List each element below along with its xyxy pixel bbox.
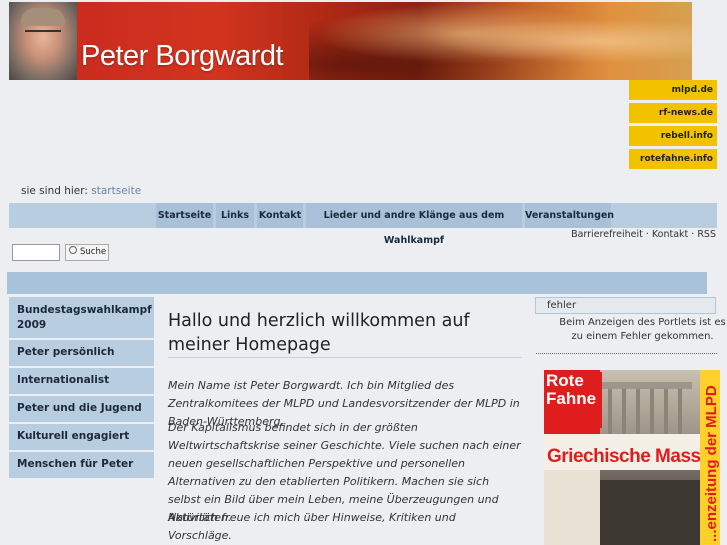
sidebar-item-jugend[interactable]: Peter und die Jugend bbox=[9, 396, 154, 422]
newspaper-side-text: ...enzeitung der MLPD bbox=[703, 385, 720, 542]
breadcrumb-link-startseite[interactable]: startseite bbox=[91, 185, 141, 197]
search-input[interactable] bbox=[12, 244, 60, 261]
search-icon bbox=[69, 246, 77, 254]
nav-tab-kontakt[interactable]: Kontakt bbox=[257, 203, 303, 228]
search-button-label: Suche bbox=[80, 247, 107, 257]
feedback-paragraph: Natürlich freue ich mich über Hinweise, … bbox=[168, 511, 456, 542]
site-actions[interactable]: Barrierefreiheit · Kontakt · RSS bbox=[571, 229, 716, 240]
breadcrumb-prefix: sie sind hier: bbox=[21, 185, 88, 197]
title-divider bbox=[168, 357, 522, 358]
header-banner[interactable]: Peter Borgwardt bbox=[9, 2, 692, 80]
site-title: Peter Borgwardt bbox=[81, 40, 284, 72]
nav-tab-links[interactable]: Links bbox=[216, 203, 254, 228]
external-link-rf-news[interactable]: rf-news.de bbox=[629, 103, 717, 123]
portlet-header: fehler bbox=[535, 297, 716, 314]
rote-fahne-ad[interactable]: Rote Fahne Griechische Massen: ...enzeit… bbox=[544, 370, 720, 545]
sidebar-item-peter-persoenlich[interactable]: Peter persönlich bbox=[9, 340, 154, 366]
nav-tab-lieder[interactable]: Lieder und andre Klänge aus dem Wahlkamp… bbox=[306, 203, 522, 246]
sidebar-item-bundestagswahlkampf[interactable]: Bundestagswahlkampf 2009 bbox=[9, 297, 154, 338]
sidebar-item-kulturell[interactable]: Kulturell engagiert bbox=[9, 424, 154, 450]
external-link-mlpd[interactable]: mlpd.de bbox=[629, 80, 717, 100]
portrait-photo bbox=[9, 2, 77, 80]
external-link-rotefahne[interactable]: rotefahne.info bbox=[629, 149, 717, 169]
banner-crowd-photo bbox=[309, 2, 692, 80]
sidebar-item-internationalist[interactable]: Internationalist bbox=[9, 368, 154, 394]
portlet-divider bbox=[536, 353, 717, 354]
svg-text:...enzeitung der MLPD: ...enzeitung der MLPD bbox=[703, 385, 720, 542]
nav-tab-startseite[interactable]: Startseite bbox=[156, 203, 213, 228]
newspaper-headline: Griechische Massen: bbox=[547, 446, 720, 467]
sidebar-item-menschen[interactable]: Menschen für Peter bbox=[9, 452, 154, 478]
page-title: Hallo und herzlich willkommen auf meiner… bbox=[168, 311, 470, 355]
rote-fahne-logo: Rote Fahne bbox=[546, 372, 602, 428]
search-button[interactable]: Suche bbox=[65, 244, 109, 261]
nav-tab-veranstaltungen[interactable]: Veranstaltungen bbox=[525, 203, 614, 228]
portlet-error-message: Beim Anzeigen des Portlets ist es zu ein… bbox=[559, 317, 726, 342]
content-header-strip bbox=[7, 272, 707, 294]
breadcrumb: sie sind hier: startseite bbox=[21, 185, 141, 197]
external-link-rebell[interactable]: rebell.info bbox=[629, 126, 717, 146]
